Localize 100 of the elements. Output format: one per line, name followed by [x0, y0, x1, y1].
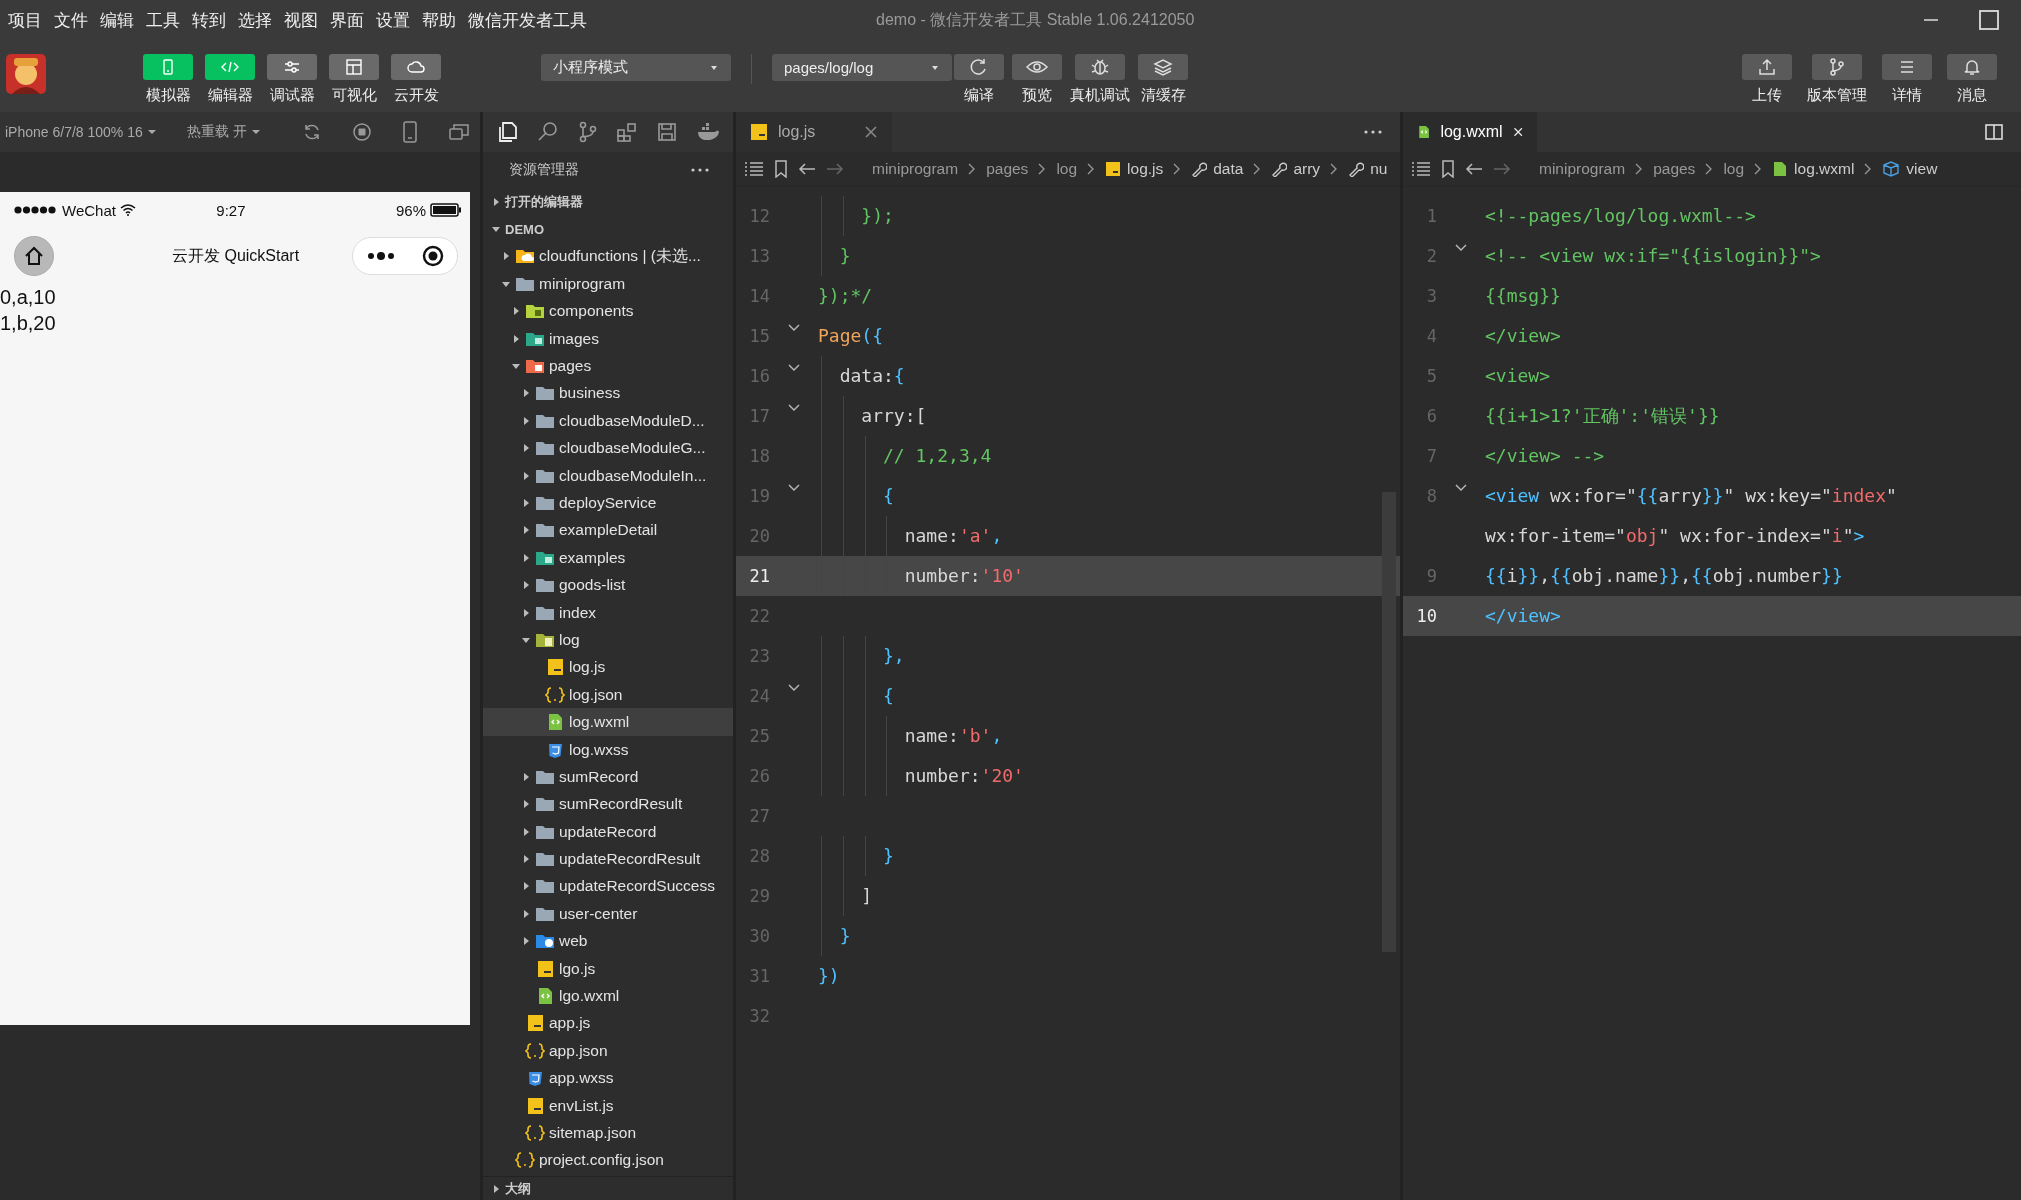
capsule-menu[interactable]	[352, 237, 458, 275]
close-icon[interactable]	[421, 245, 444, 267]
tree-item[interactable]: user-center	[483, 900, 733, 928]
hot-reload-dropdown[interactable]: 热重载 开	[186, 123, 247, 141]
fold-chevron-icon[interactable]	[788, 324, 800, 332]
tree-item[interactable]: miniprogram	[483, 270, 733, 298]
tree-item[interactable]: pages	[483, 352, 733, 380]
fold-chevron-icon[interactable]	[788, 364, 800, 372]
tree-item[interactable]: cloudfunctions | (未选...	[483, 242, 733, 271]
tree-item[interactable]: sitemap.json	[483, 1119, 733, 1147]
lines-button[interactable]	[1882, 54, 1932, 80]
extensions-icon[interactable]	[616, 121, 639, 143]
list-icon[interactable]	[744, 161, 764, 177]
tree-item[interactable]: updateRecord	[483, 818, 733, 846]
windows-icon[interactable]	[448, 122, 470, 142]
breadcrumb-item[interactable]: log	[1056, 160, 1078, 178]
home-button[interactable]	[14, 236, 54, 276]
refresh-icon[interactable]	[302, 122, 322, 142]
back-arrow-icon[interactable]	[1465, 162, 1483, 176]
eye-button[interactable]	[1012, 54, 1062, 80]
view-toggle-button[interactable]	[205, 54, 255, 80]
more-icon[interactable]	[1364, 130, 1382, 134]
tree-item[interactable]: lgo.wxml	[483, 982, 733, 1010]
whale-icon[interactable]	[695, 122, 720, 142]
tree-item[interactable]: exampleDetail	[483, 516, 733, 545]
split-editor-icon[interactable]	[1985, 123, 2003, 141]
scrollbar-thumb[interactable]	[1382, 492, 1396, 952]
tree-item[interactable]: envList.js	[483, 1091, 733, 1120]
tree-item[interactable]: examples	[483, 544, 733, 572]
menu-item[interactable]: 微信开发者工具	[468, 8, 587, 32]
upload-button[interactable]	[1742, 54, 1792, 80]
caret-icon[interactable]	[146, 129, 157, 135]
menu-item[interactable]: 帮助	[422, 8, 456, 32]
view-toggle-button[interactable]	[329, 54, 379, 80]
menu-item[interactable]: 文件	[54, 8, 88, 32]
fold-chevron-icon[interactable]	[788, 684, 800, 692]
tree-item[interactable]: cloudbaseModuleIn...	[483, 461, 733, 490]
tree-item[interactable]: log	[483, 626, 733, 654]
view-toggle-button[interactable]	[143, 54, 193, 80]
mode-dropdown[interactable]: 小程序模式	[541, 54, 731, 81]
breadcrumb-item[interactable]: miniprogram	[1539, 160, 1626, 178]
tree-item[interactable]: log.wxss	[483, 735, 733, 764]
tree-item[interactable]: 打开的编辑器	[483, 188, 733, 216]
tree-item[interactable]: web	[483, 927, 733, 955]
tree-item[interactable]: app.wxss	[483, 1064, 733, 1092]
refresh-button[interactable]	[954, 54, 1004, 80]
forward-arrow-icon[interactable]	[1493, 162, 1511, 176]
bell-button[interactable]	[1947, 54, 1997, 80]
branch-icon[interactable]	[577, 121, 598, 143]
close-icon[interactable]	[1512, 125, 1523, 139]
tree-item[interactable]: log.js	[483, 653, 733, 682]
breadcrumb-item[interactable]: pages	[1653, 160, 1696, 178]
back-arrow-icon[interactable]	[798, 162, 816, 176]
save-icon[interactable]	[656, 122, 677, 142]
breadcrumb-item[interactable]: log.wxml	[1772, 160, 1855, 178]
menu-item[interactable]: 视图	[284, 8, 318, 32]
tree-item[interactable]: deployService	[483, 489, 733, 517]
tree-item[interactable]: log.wxml	[483, 708, 733, 736]
tree-item[interactable]: app.js	[483, 1009, 733, 1038]
tree-item[interactable]: index	[483, 598, 733, 627]
menu-item[interactable]: 转到	[192, 8, 226, 32]
breadcrumb-item[interactable]: data	[1191, 160, 1244, 178]
maximize-icon[interactable]	[1979, 10, 1999, 30]
tree-item[interactable]: sumRecord	[483, 763, 733, 791]
device-dropdown[interactable]: iPhone 6/7/8 100% 16	[5, 124, 143, 140]
breadcrumb-item[interactable]: pages	[986, 160, 1029, 178]
editor-tab[interactable]: log.wxml	[1403, 112, 1537, 152]
tree-item[interactable]: images	[483, 324, 733, 353]
breadcrumb-item[interactable]: log	[1723, 160, 1745, 178]
page-dropdown[interactable]: pages/log/log	[772, 54, 952, 81]
tree-item[interactable]: cloudbaseModuleG...	[483, 434, 733, 462]
breadcrumb-item[interactable]: arry	[1271, 160, 1321, 178]
fold-chevron-icon[interactable]	[788, 404, 800, 412]
tree-item[interactable]: lgo.js	[483, 954, 733, 983]
layers-button[interactable]	[1138, 54, 1188, 80]
breadcrumb-item[interactable]: log.js	[1105, 160, 1164, 178]
tree-item[interactable]: updateRecordSuccess	[483, 872, 733, 901]
tree-item[interactable]: goods-list	[483, 571, 733, 599]
list-icon[interactable]	[1411, 161, 1431, 177]
menu-item[interactable]: 工具	[146, 8, 180, 32]
branch-button[interactable]	[1812, 54, 1862, 80]
menu-item[interactable]: 界面	[330, 8, 364, 32]
files-icon[interactable]	[496, 121, 519, 143]
caret-icon[interactable]	[250, 129, 261, 135]
search-icon[interactable]	[537, 121, 559, 143]
fold-chevron-icon[interactable]	[1455, 484, 1467, 492]
fold-chevron-icon[interactable]	[788, 484, 800, 492]
tree-item[interactable]: sumRecordResult	[483, 790, 733, 818]
breadcrumb-item[interactable]: miniprogram	[872, 160, 959, 178]
editor-tab[interactable]: log.js	[736, 112, 892, 152]
tree-item[interactable]: cloudbaseModuleD...	[483, 407, 733, 435]
bookmark-icon[interactable]	[1441, 160, 1455, 178]
menu-item[interactable]: 项目	[8, 8, 42, 32]
more-icon[interactable]	[691, 168, 709, 172]
phone-icon[interactable]	[402, 121, 418, 143]
menu-item[interactable]: 设置	[376, 8, 410, 32]
menu-item[interactable]: 选择	[238, 8, 272, 32]
view-toggle-button[interactable]	[391, 54, 441, 80]
tree-item[interactable]: DEMO	[483, 215, 733, 243]
menu-item[interactable]: 编辑	[100, 8, 134, 32]
